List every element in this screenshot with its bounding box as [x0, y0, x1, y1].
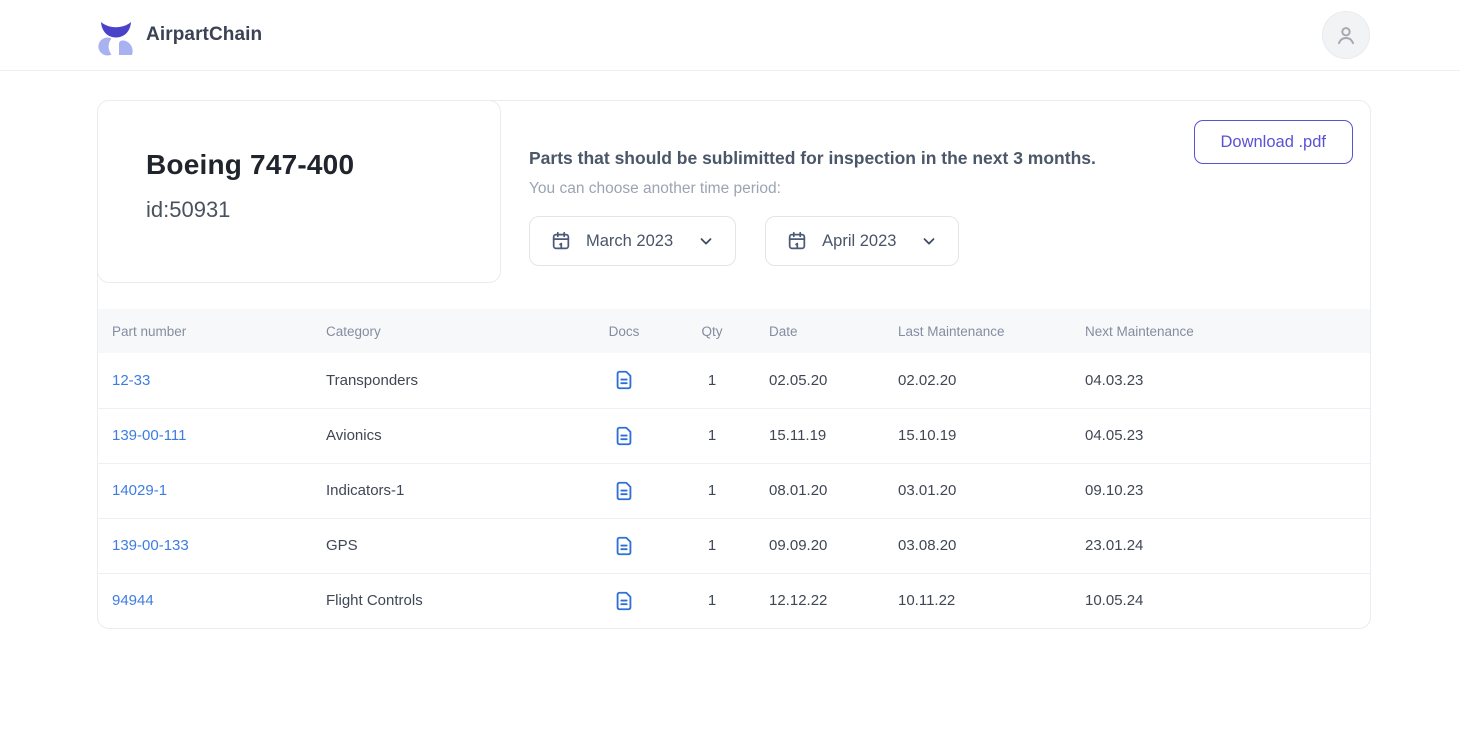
date-cell: 09.09.20 — [740, 518, 869, 573]
last-maintenance-cell: 10.11.22 — [869, 573, 1056, 628]
category-cell: Transponders — [326, 353, 564, 408]
col-header-last-maintenance: Last Maintenance — [869, 309, 1056, 353]
chevron-down-icon — [920, 232, 938, 250]
inspection-description: Parts that should be sublimitted for ins… — [529, 148, 1096, 169]
report-header-section: Boeing 747-400 id:50931 Parts that shoul… — [98, 101, 1370, 309]
download-pdf-button[interactable]: Download .pdf — [1194, 120, 1354, 164]
brand: AirpartChain — [96, 14, 262, 56]
airpart-logo-icon — [96, 14, 136, 56]
part-number-cell: 139-00-133 — [98, 518, 326, 573]
part-number-cell: 12-33 — [98, 353, 326, 408]
qty-cell: 1 — [684, 573, 740, 628]
part-number-cell: 94944 — [98, 573, 326, 628]
next-maintenance-cell: 04.05.23 — [1056, 408, 1370, 463]
date-cell: 12.12.22 — [740, 573, 869, 628]
qty-cell: 1 — [684, 518, 740, 573]
user-icon — [1333, 22, 1359, 48]
part-number-link[interactable]: 139-00-133 — [112, 537, 189, 554]
date-cell: 08.01.20 — [740, 463, 869, 518]
calendar-icon — [786, 230, 808, 252]
period-from-value: March 2023 — [586, 232, 673, 251]
date-cell: 15.11.19 — [740, 408, 869, 463]
qty-cell: 1 — [684, 408, 740, 463]
date-cell: 02.05.20 — [740, 353, 869, 408]
top-bar: AirpartChain — [0, 0, 1460, 71]
next-maintenance-cell: 09.10.23 — [1056, 463, 1370, 518]
document-icon[interactable] — [613, 534, 635, 558]
next-maintenance-cell: 10.05.24 — [1056, 573, 1370, 628]
period-pickers: March 2023 — [529, 216, 1096, 266]
last-maintenance-cell: 02.02.20 — [869, 353, 1056, 408]
chevron-down-icon — [697, 232, 715, 250]
time-period-hint: You can choose another time period: — [529, 180, 1096, 198]
docs-cell — [564, 353, 684, 408]
docs-cell — [564, 463, 684, 518]
table-row: 139-00-133 GPS 1 09.09.20 03.08.20 23.01… — [98, 518, 1370, 573]
table-row: 14029-1 Indicators-1 1 08.01.20 03.01.20… — [98, 463, 1370, 518]
inspection-controls: Parts that should be sublimitted for ins… — [529, 148, 1096, 266]
profile-avatar[interactable] — [1322, 11, 1370, 59]
qty-cell: 1 — [684, 463, 740, 518]
parts-table: Part number Category Docs Qty Date Last … — [98, 309, 1370, 628]
document-icon[interactable] — [613, 589, 635, 613]
col-header-docs: Docs — [564, 309, 684, 353]
col-header-next-maintenance: Next Maintenance — [1056, 309, 1370, 353]
last-maintenance-cell: 03.08.20 — [869, 518, 1056, 573]
period-from-select[interactable]: March 2023 — [529, 216, 736, 266]
table-row: 139-00-111 Avionics 1 15.11.19 15.10.19 … — [98, 408, 1370, 463]
part-number-link[interactable]: 94944 — [112, 592, 154, 609]
col-header-qty: Qty — [684, 309, 740, 353]
calendar-icon — [550, 230, 572, 252]
category-cell: Avionics — [326, 408, 564, 463]
category-cell: Flight Controls — [326, 573, 564, 628]
brand-name: AirpartChain — [146, 24, 262, 46]
period-to-value: April 2023 — [822, 232, 896, 251]
docs-cell — [564, 573, 684, 628]
part-number-link[interactable]: 14029-1 — [112, 482, 167, 499]
table-header-row: Part number Category Docs Qty Date Last … — [98, 309, 1370, 353]
part-number-cell: 139-00-111 — [98, 408, 326, 463]
aircraft-card: Boeing 747-400 id:50931 — [97, 100, 501, 283]
table-row: 12-33 Transponders 1 02.05.20 02.02.20 0… — [98, 353, 1370, 408]
docs-cell — [564, 408, 684, 463]
category-cell: GPS — [326, 518, 564, 573]
qty-cell: 1 — [684, 353, 740, 408]
aircraft-id: id:50931 — [146, 197, 500, 223]
document-icon[interactable] — [613, 424, 635, 448]
document-icon[interactable] — [613, 479, 635, 503]
col-header-category: Category — [326, 309, 564, 353]
period-to-select[interactable]: April 2023 — [765, 216, 959, 266]
page-content: Boeing 747-400 id:50931 Parts that shoul… — [0, 100, 1460, 629]
inspection-report-card: Boeing 747-400 id:50931 Parts that shoul… — [97, 100, 1371, 629]
last-maintenance-cell: 03.01.20 — [869, 463, 1056, 518]
aircraft-title: Boeing 747-400 — [146, 149, 500, 181]
next-maintenance-cell: 04.03.23 — [1056, 353, 1370, 408]
col-header-date: Date — [740, 309, 869, 353]
docs-cell — [564, 518, 684, 573]
document-icon[interactable] — [613, 368, 635, 392]
table-row: 94944 Flight Controls 1 12.12.22 10.11.2… — [98, 573, 1370, 628]
part-number-cell: 14029-1 — [98, 463, 326, 518]
category-cell: Indicators-1 — [326, 463, 564, 518]
part-number-link[interactable]: 12-33 — [112, 372, 150, 389]
last-maintenance-cell: 15.10.19 — [869, 408, 1056, 463]
next-maintenance-cell: 23.01.24 — [1056, 518, 1370, 573]
part-number-link[interactable]: 139-00-111 — [112, 427, 187, 444]
col-header-part-number: Part number — [98, 309, 326, 353]
